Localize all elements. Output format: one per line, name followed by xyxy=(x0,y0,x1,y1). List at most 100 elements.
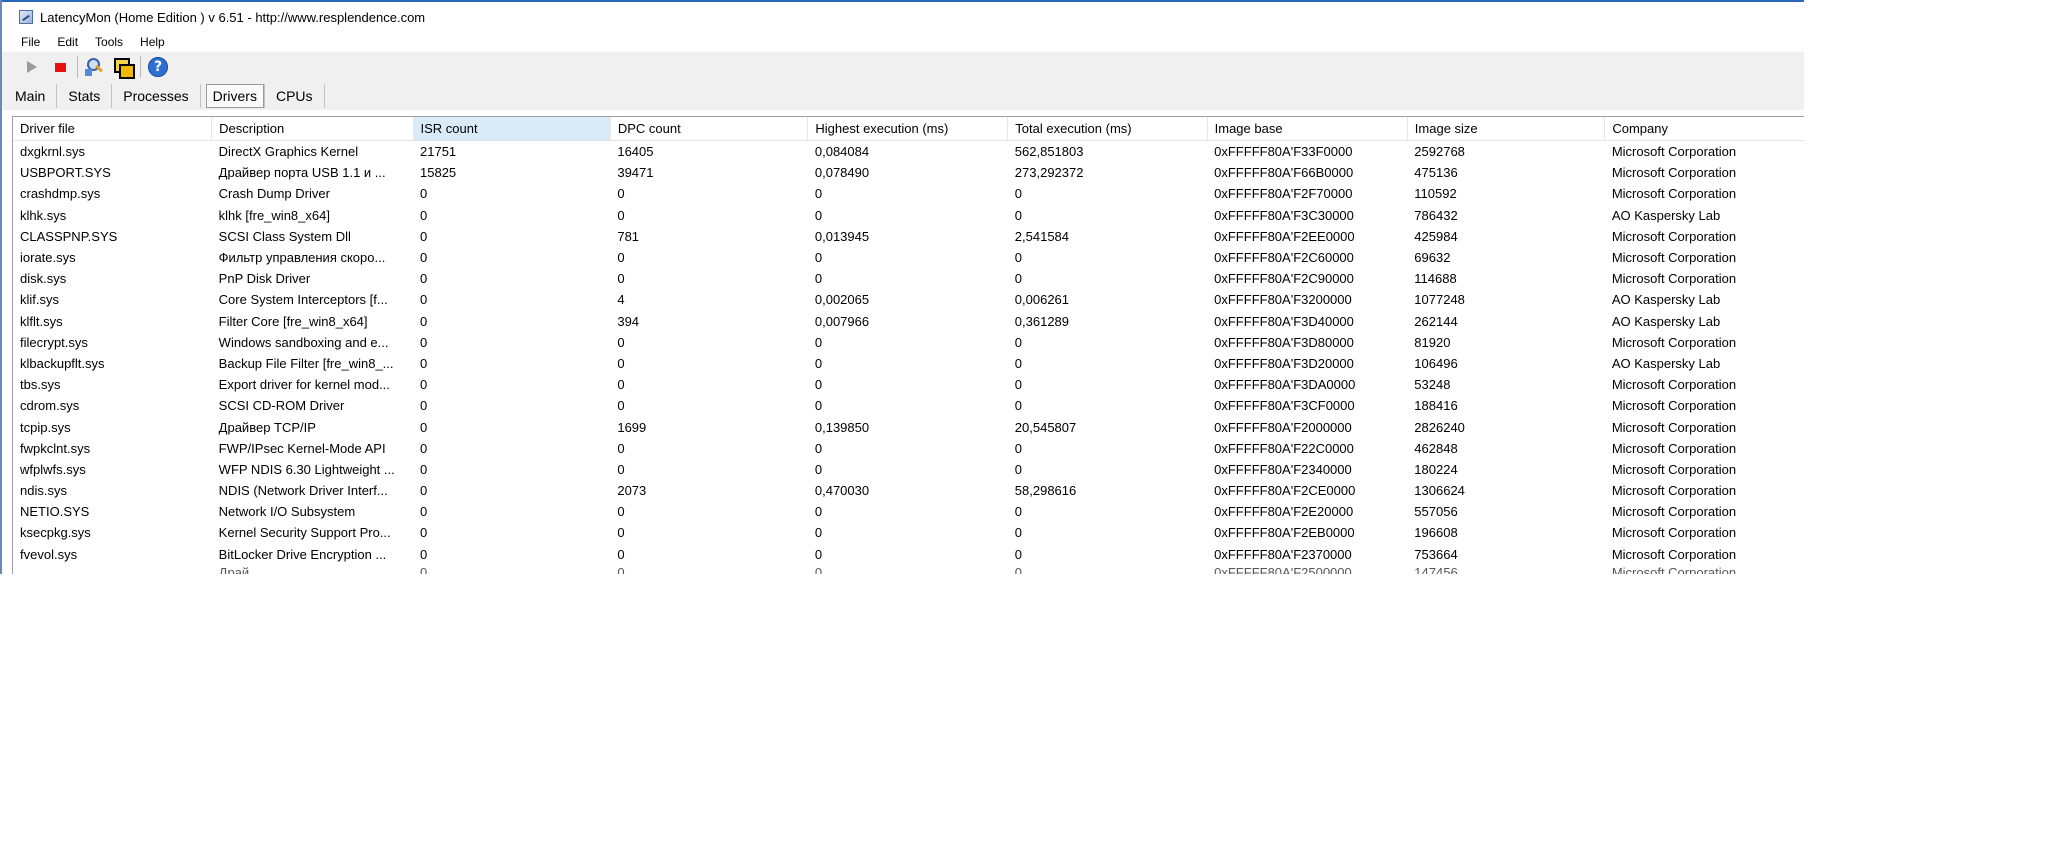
cell-dpc-count: 0 xyxy=(617,564,625,574)
table-row[interactable]: klhk.sys klhk [fre_win8_x64] 0 0 0 0 0xFFFFF80… xyxy=(13,205,1804,226)
cell-image-base: 0xFFFFF80A'F2C60000 xyxy=(1214,250,1354,266)
cell-company: Microsoft Corporation xyxy=(1611,483,1737,499)
stop-button[interactable] xyxy=(49,56,71,78)
table-row[interactable]: crashdmp.sys Crash Dump Driver 0 0 0 0 0xFFFFF… xyxy=(13,183,1804,204)
table-header-row: Driver file Description ISR count DPC co… xyxy=(13,117,1804,141)
cell-total-execution: 58,298616 xyxy=(1014,483,1077,499)
table-row[interactable]: iorate.sys Фильтр управления скоро... 0 0 0 0… xyxy=(13,247,1804,268)
cell-isr-count: 0 xyxy=(420,504,428,520)
cell-image-base: 0xFFFFF80A'F22C0000 xyxy=(1214,440,1354,456)
cell-company: Microsoft Corporation xyxy=(1611,564,1737,574)
cell-dpc-count: 0 xyxy=(617,271,625,287)
menu-help[interactable]: Help xyxy=(140,35,165,49)
cell-image-base: 0xFFFFF80A'F2500000 xyxy=(1214,564,1352,574)
cell-description: Filter Core [fre_win8_x64] xyxy=(218,313,368,329)
cell-dpc-count: 0 xyxy=(617,398,625,414)
cell-company: Microsoft Corporation xyxy=(1611,504,1737,520)
cell-image-base: 0xFFFFF80A'F3D20000 xyxy=(1214,355,1354,371)
table-row[interactable]: klbackupflt.sys Backup File Filter [fre_w… xyxy=(13,353,1804,374)
cell-image-size: 557056 xyxy=(1414,504,1458,520)
cell-image-size: 110592 xyxy=(1414,186,1457,202)
column-header-driver-file[interactable]: Driver file xyxy=(13,117,213,141)
cell-total-execution: 0 xyxy=(1014,398,1023,414)
cell-image-size: 462848 xyxy=(1414,440,1458,456)
column-header-company[interactable]: Company xyxy=(1604,117,1804,141)
column-header-highest-execution[interactable]: Highest execution (ms) xyxy=(807,117,1009,141)
cell-isr-count: 0 xyxy=(420,525,428,541)
cell-description: Фильтр управления скоро... xyxy=(218,250,386,266)
cell-isr-count: 15825 xyxy=(420,165,457,181)
column-header-image-base[interactable]: Image base xyxy=(1207,117,1408,141)
cell-isr-count: 0 xyxy=(420,292,428,308)
windows-button[interactable] xyxy=(112,56,135,79)
windows-icon xyxy=(113,57,135,79)
tab-stats[interactable]: Stats xyxy=(62,84,106,108)
cell-highest-execution: 0 xyxy=(814,250,823,266)
cell-description: klhk [fre_win8_x64] xyxy=(218,207,330,223)
table-row[interactable]: NETIO.SYS Network I/O Subsystem 0 0 0 0 0xFFFF… xyxy=(13,501,1804,522)
cell-image-base: 0xFFFFF80A'F3200000 xyxy=(1214,292,1352,308)
cell-driver-file: CLASSPNP.SYS xyxy=(20,228,118,244)
menu-tools[interactable]: Tools xyxy=(95,35,123,49)
column-header-isr-count[interactable]: ISR count xyxy=(413,117,611,141)
menu-edit[interactable]: Edit xyxy=(57,35,78,49)
table-row[interactable]: fvevol.sys BitLocker Drive Encryption ...… xyxy=(13,544,1804,565)
cell-dpc-count: 16405 xyxy=(617,144,654,160)
cell-highest-execution: 0 xyxy=(814,271,823,287)
title-bar[interactable]: LatencyMon (Home Edition ) v 6.51 - http… xyxy=(2,2,1804,32)
drivers-table: Driver file Description ISR count DPC co… xyxy=(13,117,1804,574)
table-row[interactable]: tbs.sys Export driver for kernel mod... 0 0… xyxy=(13,374,1804,395)
table-row[interactable]: fwpkclnt.sys FWP/IPsec Kernel-Mode API 0 0 0… xyxy=(13,438,1804,459)
cell-total-execution: 0 xyxy=(1014,355,1023,371)
table-row[interactable]: wfplwfs.sys WFP NDIS 6.30 Lightweight ...… xyxy=(13,459,1804,480)
help-button[interactable]: ? xyxy=(147,56,169,78)
table-row[interactable]: cdrom.sys SCSI CD-ROM Driver 0 0 0 0 0xFFFFF80… xyxy=(13,395,1804,416)
cell-total-execution: 0 xyxy=(1014,250,1023,266)
table-row[interactable]: Драй... 0 0 0 0 0xFFFFF80A'F2500000 147456 Micr… xyxy=(13,565,1804,574)
cell-image-base: 0xFFFFF80A'F2E20000 xyxy=(1214,504,1354,520)
cell-dpc-count: 0 xyxy=(617,250,625,266)
tab-processes[interactable]: Processes xyxy=(117,84,194,108)
cell-total-execution: 2,541584 xyxy=(1014,228,1070,244)
cell-description: Backup File Filter [fre_win8_... xyxy=(218,355,394,371)
column-header-total-execution[interactable]: Total execution (ms) xyxy=(1007,117,1208,141)
tab-drivers[interactable]: Drivers xyxy=(205,84,264,108)
table-row[interactable]: klflt.sys Filter Core [fre_win8_x64] 0 394 0… xyxy=(13,311,1804,332)
inspect-button[interactable] xyxy=(84,56,106,78)
table-row[interactable]: dxgkrnl.sys DirectX Graphics Kernel 21751 1… xyxy=(13,141,1804,163)
cell-image-base: 0xFFFFF80A'F66B0000 xyxy=(1214,165,1354,181)
menu-file[interactable]: File xyxy=(21,35,40,49)
cell-highest-execution: 0,078490 xyxy=(814,165,870,181)
tab-main[interactable]: Main xyxy=(2,84,51,108)
tab-cpus[interactable]: CPUs xyxy=(270,84,319,108)
column-header-description[interactable]: Description xyxy=(211,117,414,141)
cell-image-base: 0xFFFFF80A'F3D40000 xyxy=(1214,313,1354,329)
table-row[interactable]: ndis.sys NDIS (Network Driver Interf... 0 2… xyxy=(13,480,1804,501)
window-title: LatencyMon (Home Edition ) v 6.51 - http… xyxy=(40,9,426,25)
table-row[interactable]: ksecpkg.sys Kernel Security Support Pro..… xyxy=(13,522,1804,543)
cell-highest-execution: 0 xyxy=(814,377,823,393)
cell-image-size: 196608 xyxy=(1414,525,1458,541)
cell-total-execution: 0 xyxy=(1014,504,1023,520)
table-row[interactable]: disk.sys PnP Disk Driver 0 0 0 0 0xFFFFF80A'F2… xyxy=(13,268,1804,289)
table-row[interactable]: tcpip.sys Драйвер TCP/IP 0 1699 0,139850 20,5… xyxy=(13,416,1804,437)
cell-company: Microsoft Corporation xyxy=(1611,419,1737,435)
table-row[interactable]: filecrypt.sys Windows sandboxing and e...… xyxy=(13,332,1804,353)
cell-company: AO Kaspersky Lab xyxy=(1611,292,1721,308)
drivers-list[interactable]: Driver file Description ISR count DPC co… xyxy=(12,116,1804,574)
cell-driver-file: klflt.sys xyxy=(20,313,63,329)
column-header-image-size[interactable]: Image size xyxy=(1407,117,1606,141)
cell-image-base: 0xFFFFF80A'F3DA0000 xyxy=(1214,377,1356,393)
tab-separator xyxy=(56,84,58,108)
cell-image-size: 188416 xyxy=(1414,398,1458,414)
table-row[interactable]: USBPORT.SYS Драйвер порта USB 1.1 и ... 15… xyxy=(13,162,1804,183)
column-header-dpc-count[interactable]: DPC count xyxy=(610,117,809,141)
cell-description: Crash Dump Driver xyxy=(218,186,330,202)
table-row[interactable]: klif.sys Core System Interceptors [f... 0 4… xyxy=(13,289,1804,310)
table-row[interactable]: CLASSPNP.SYS SCSI Class System Dll 0 781 0,0… xyxy=(13,226,1804,247)
tab-main-label: Main xyxy=(15,88,46,104)
cell-description: DirectX Graphics Kernel xyxy=(218,144,359,160)
cell-highest-execution: 0 xyxy=(814,355,823,371)
start-button[interactable] xyxy=(21,56,43,78)
cell-highest-execution: 0 xyxy=(814,207,823,223)
